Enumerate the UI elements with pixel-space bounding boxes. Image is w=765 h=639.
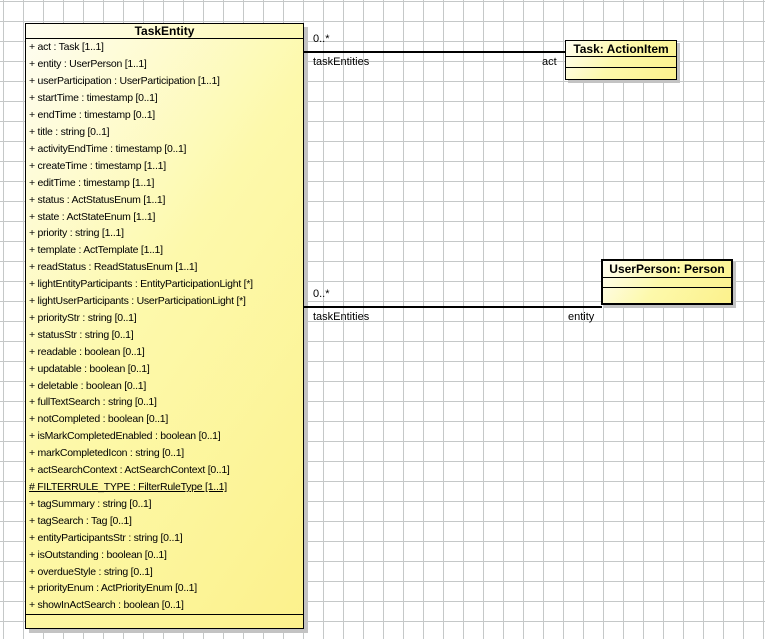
attribute-row: + isMarkCompletedEnabled : boolean [0..1… [26,428,303,445]
object-box-userperson-person[interactable]: UserPerson: Person [601,259,733,305]
attribute-row: + startTime : timestamp [0..1] [26,90,303,107]
attribute-row: + template : ActTemplate [1..1] [26,242,303,259]
attribute-row: + act : Task [1..1] [26,39,303,56]
attribute-row: + fullTextSearch : string [0..1] [26,394,303,411]
attribute-row: + title : string [0..1] [26,124,303,141]
object-box-task-actionitem[interactable]: Task: ActionItem [565,40,677,80]
attribute-row: + readStatus : ReadStatusEnum [1..1] [26,259,303,276]
attribute-row: + lightEntityParticipants : EntityPartic… [26,276,303,293]
attribute-row: + priorityStr : string [0..1] [26,310,303,327]
attribute-row: + isOutstanding : boolean [0..1] [26,546,303,563]
association-source-role[interactable]: taskEntities [313,56,369,69]
empty-compartment [603,278,731,288]
attribute-compartment: + act : Task [1..1]+ entity : UserPerson… [26,39,303,615]
attribute-row: + markCompletedIcon : string [0..1] [26,445,303,462]
attribute-row: + status : ActStatusEnum [1..1] [26,191,303,208]
attribute-row: + endTime : timestamp [0..1] [26,107,303,124]
attribute-row: + priorityEnum : ActPriorityEnum [0..1] [26,580,303,597]
attribute-row: + overdueStyle : string [0..1] [26,563,303,580]
attribute-row: + activityEndTime : timestamp [0..1] [26,140,303,157]
association-multiplicity[interactable]: 0..* [313,288,330,301]
association-line-act[interactable] [304,51,566,53]
association-target-role[interactable]: act [542,56,557,69]
attribute-row: # FILTERRULE_TYPE : FilterRuleType [1..1… [26,479,303,496]
attribute-row: + state : ActStateEnum [1..1] [26,208,303,225]
attribute-row: + showInActSearch : boolean [0..1] [26,597,303,614]
attribute-row: + priority : string [1..1] [26,225,303,242]
attribute-row: + tagSummary : string [0..1] [26,495,303,512]
attribute-row: + updatable : boolean [0..1] [26,360,303,377]
attribute-row: + userParticipation : UserParticipation … [26,73,303,90]
attribute-row: + createTime : timestamp [1..1] [26,157,303,174]
attribute-row: + entityParticipantsStr : string [0..1] [26,529,303,546]
attribute-row: + deletable : boolean [0..1] [26,377,303,394]
attribute-row: + entity : UserPerson [1..1] [26,56,303,73]
attribute-row: + notCompleted : boolean [0..1] [26,411,303,428]
attribute-row: + statusStr : string [0..1] [26,326,303,343]
class-box-taskentity[interactable]: TaskEntity + act : Task [1..1]+ entity :… [25,23,304,629]
attribute-row: + readable : boolean [0..1] [26,343,303,360]
association-multiplicity[interactable]: 0..* [313,33,330,46]
object-title-task-actionitem: Task: ActionItem [566,41,676,57]
diagram-canvas: TaskEntity + act : Task [1..1]+ entity :… [0,0,765,639]
attribute-row: + lightUserParticipants : UserParticipat… [26,293,303,310]
class-title-taskentity: TaskEntity [26,24,303,39]
association-target-role[interactable]: entity [568,311,594,324]
association-source-role[interactable]: taskEntities [313,311,369,324]
attribute-row: + tagSearch : Tag [0..1] [26,512,303,529]
association-line-entity[interactable] [304,306,602,308]
attribute-row: + actSearchContext : ActSearchContext [0… [26,462,303,479]
object-title-userperson-person: UserPerson: Person [603,261,731,278]
empty-compartment [566,57,676,68]
attribute-row: + editTime : timestamp [1..1] [26,174,303,191]
